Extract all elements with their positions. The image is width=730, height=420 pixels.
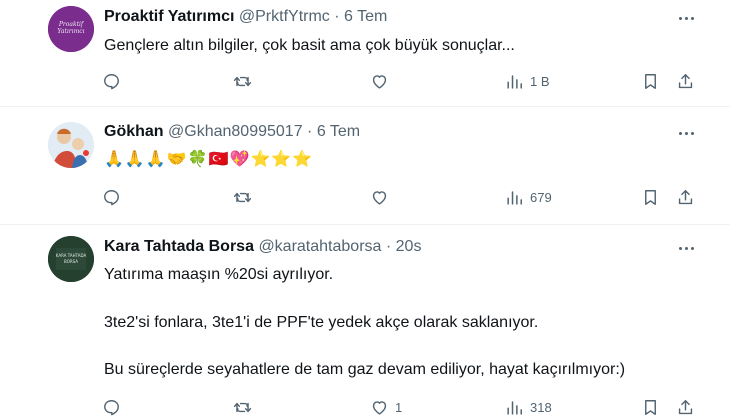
- like-icon: [372, 74, 387, 89]
- like-button[interactable]: [370, 185, 395, 209]
- tweet-text-line: Yatırıma maaşın %20si ayrılıyor.: [104, 266, 334, 283]
- tweet-actions: 1 B: [0, 69, 730, 93]
- timestamp[interactable]: 6 Tem: [317, 123, 360, 140]
- separator-dot: ·: [307, 123, 313, 140]
- tweet-2[interactable]: Gökhan @Gkhan80995017 · 6 Tem 🙏🙏🙏🤝🍀🇹🇷💖⭐⭐…: [0, 107, 730, 224]
- timestamp[interactable]: 20s: [396, 238, 422, 255]
- avatar-text: Yatırımcı: [57, 28, 85, 35]
- more-icon[interactable]: [676, 123, 696, 143]
- bookmark-button[interactable]: [641, 185, 660, 209]
- avatar[interactable]: Proaktif Yatırımcı: [48, 6, 94, 52]
- reply-icon: [104, 189, 119, 205]
- reply-button[interactable]: [102, 185, 121, 209]
- retweet-button[interactable]: [233, 69, 252, 93]
- views-button[interactable]: 1 B: [505, 69, 550, 93]
- tweet-text: Gençlere altın bilgiler, çok basit ama ç…: [104, 37, 515, 54]
- timestamp[interactable]: 6 Tem: [344, 8, 387, 25]
- tweet-3[interactable]: KARA TAHTADA BORSA Kara Tahtada Borsa @k…: [0, 225, 730, 420]
- reply-icon: [104, 73, 119, 89]
- bookmark-button[interactable]: [641, 395, 660, 419]
- tweet-header: Kara Tahtada Borsa @karatahtaborsa · 20s: [104, 237, 421, 257]
- tweet-text-line: Bu süreçlerde seyahatlere de tam gaz dev…: [104, 361, 626, 378]
- like-count: 1: [395, 399, 403, 415]
- author-handle[interactable]: @PrktfYtrmc: [239, 8, 330, 25]
- share-button[interactable]: [676, 69, 695, 93]
- share-icon: [678, 189, 693, 204]
- more-icon[interactable]: [676, 8, 696, 28]
- views-icon: [507, 190, 522, 205]
- tweet-actions: 679: [0, 185, 730, 209]
- author-handle[interactable]: @Gkhan80995017: [168, 123, 303, 140]
- like-icon: [372, 190, 387, 205]
- views-button[interactable]: 318: [505, 395, 552, 419]
- retweet-icon: [233, 76, 252, 86]
- author-name[interactable]: Proaktif Yatırımcı: [104, 8, 234, 25]
- retweet-icon: [233, 402, 252, 412]
- retweet-icon: [233, 192, 252, 202]
- reply-button[interactable]: [102, 395, 121, 419]
- share-button[interactable]: [676, 395, 695, 419]
- views-count: 1 B: [530, 73, 550, 89]
- tweet-1[interactable]: Proaktif Yatırımcı Proaktif Yatırımcı @P…: [0, 0, 730, 106]
- share-icon: [678, 73, 693, 88]
- avatar[interactable]: [48, 122, 94, 168]
- author-name[interactable]: Kara Tahtada Borsa: [104, 238, 254, 255]
- author-name[interactable]: Gökhan: [104, 123, 164, 140]
- tweet-header: Gökhan @Gkhan80995017 · 6 Tem: [104, 122, 360, 142]
- bookmark-icon: [645, 189, 656, 205]
- separator-dot: ·: [385, 238, 392, 255]
- more-icon[interactable]: [676, 238, 696, 258]
- views-count: 318: [530, 399, 552, 415]
- like-icon: [372, 400, 387, 415]
- like-button[interactable]: [370, 69, 395, 93]
- reply-button[interactable]: [102, 69, 121, 93]
- views-button[interactable]: 679: [505, 185, 552, 209]
- separator-dot: ·: [334, 8, 340, 25]
- author-handle[interactable]: @karatahtaborsa: [258, 238, 381, 255]
- avatar-text: Proaktif: [58, 21, 84, 28]
- bookmark-button[interactable]: [641, 69, 660, 93]
- share-icon: [678, 399, 693, 414]
- tweet-text: 🙏🙏🙏🤝🍀🇹🇷💖⭐⭐⭐: [104, 151, 314, 168]
- retweet-button[interactable]: [233, 185, 252, 209]
- like-button[interactable]: 1: [370, 395, 402, 419]
- bookmark-icon: [645, 399, 656, 415]
- tweet-actions: 1 318: [0, 395, 730, 419]
- avatar-image: [48, 122, 94, 168]
- share-button[interactable]: [676, 185, 695, 209]
- reply-icon: [104, 399, 119, 415]
- avatar[interactable]: KARA TAHTADA BORSA: [48, 236, 94, 282]
- retweet-button[interactable]: [233, 395, 252, 419]
- bookmark-icon: [645, 73, 656, 89]
- views-icon: [507, 400, 522, 415]
- tweet-header: Proaktif Yatırımcı @PrktfYtrmc · 6 Tem: [104, 7, 387, 27]
- views-count: 679: [530, 189, 552, 205]
- avatar-text: BORSA: [64, 259, 78, 264]
- tweet-text-line: 3te2'si fonlara, 3te1'i de PPF'te yedek …: [104, 314, 539, 331]
- views-icon: [507, 74, 522, 89]
